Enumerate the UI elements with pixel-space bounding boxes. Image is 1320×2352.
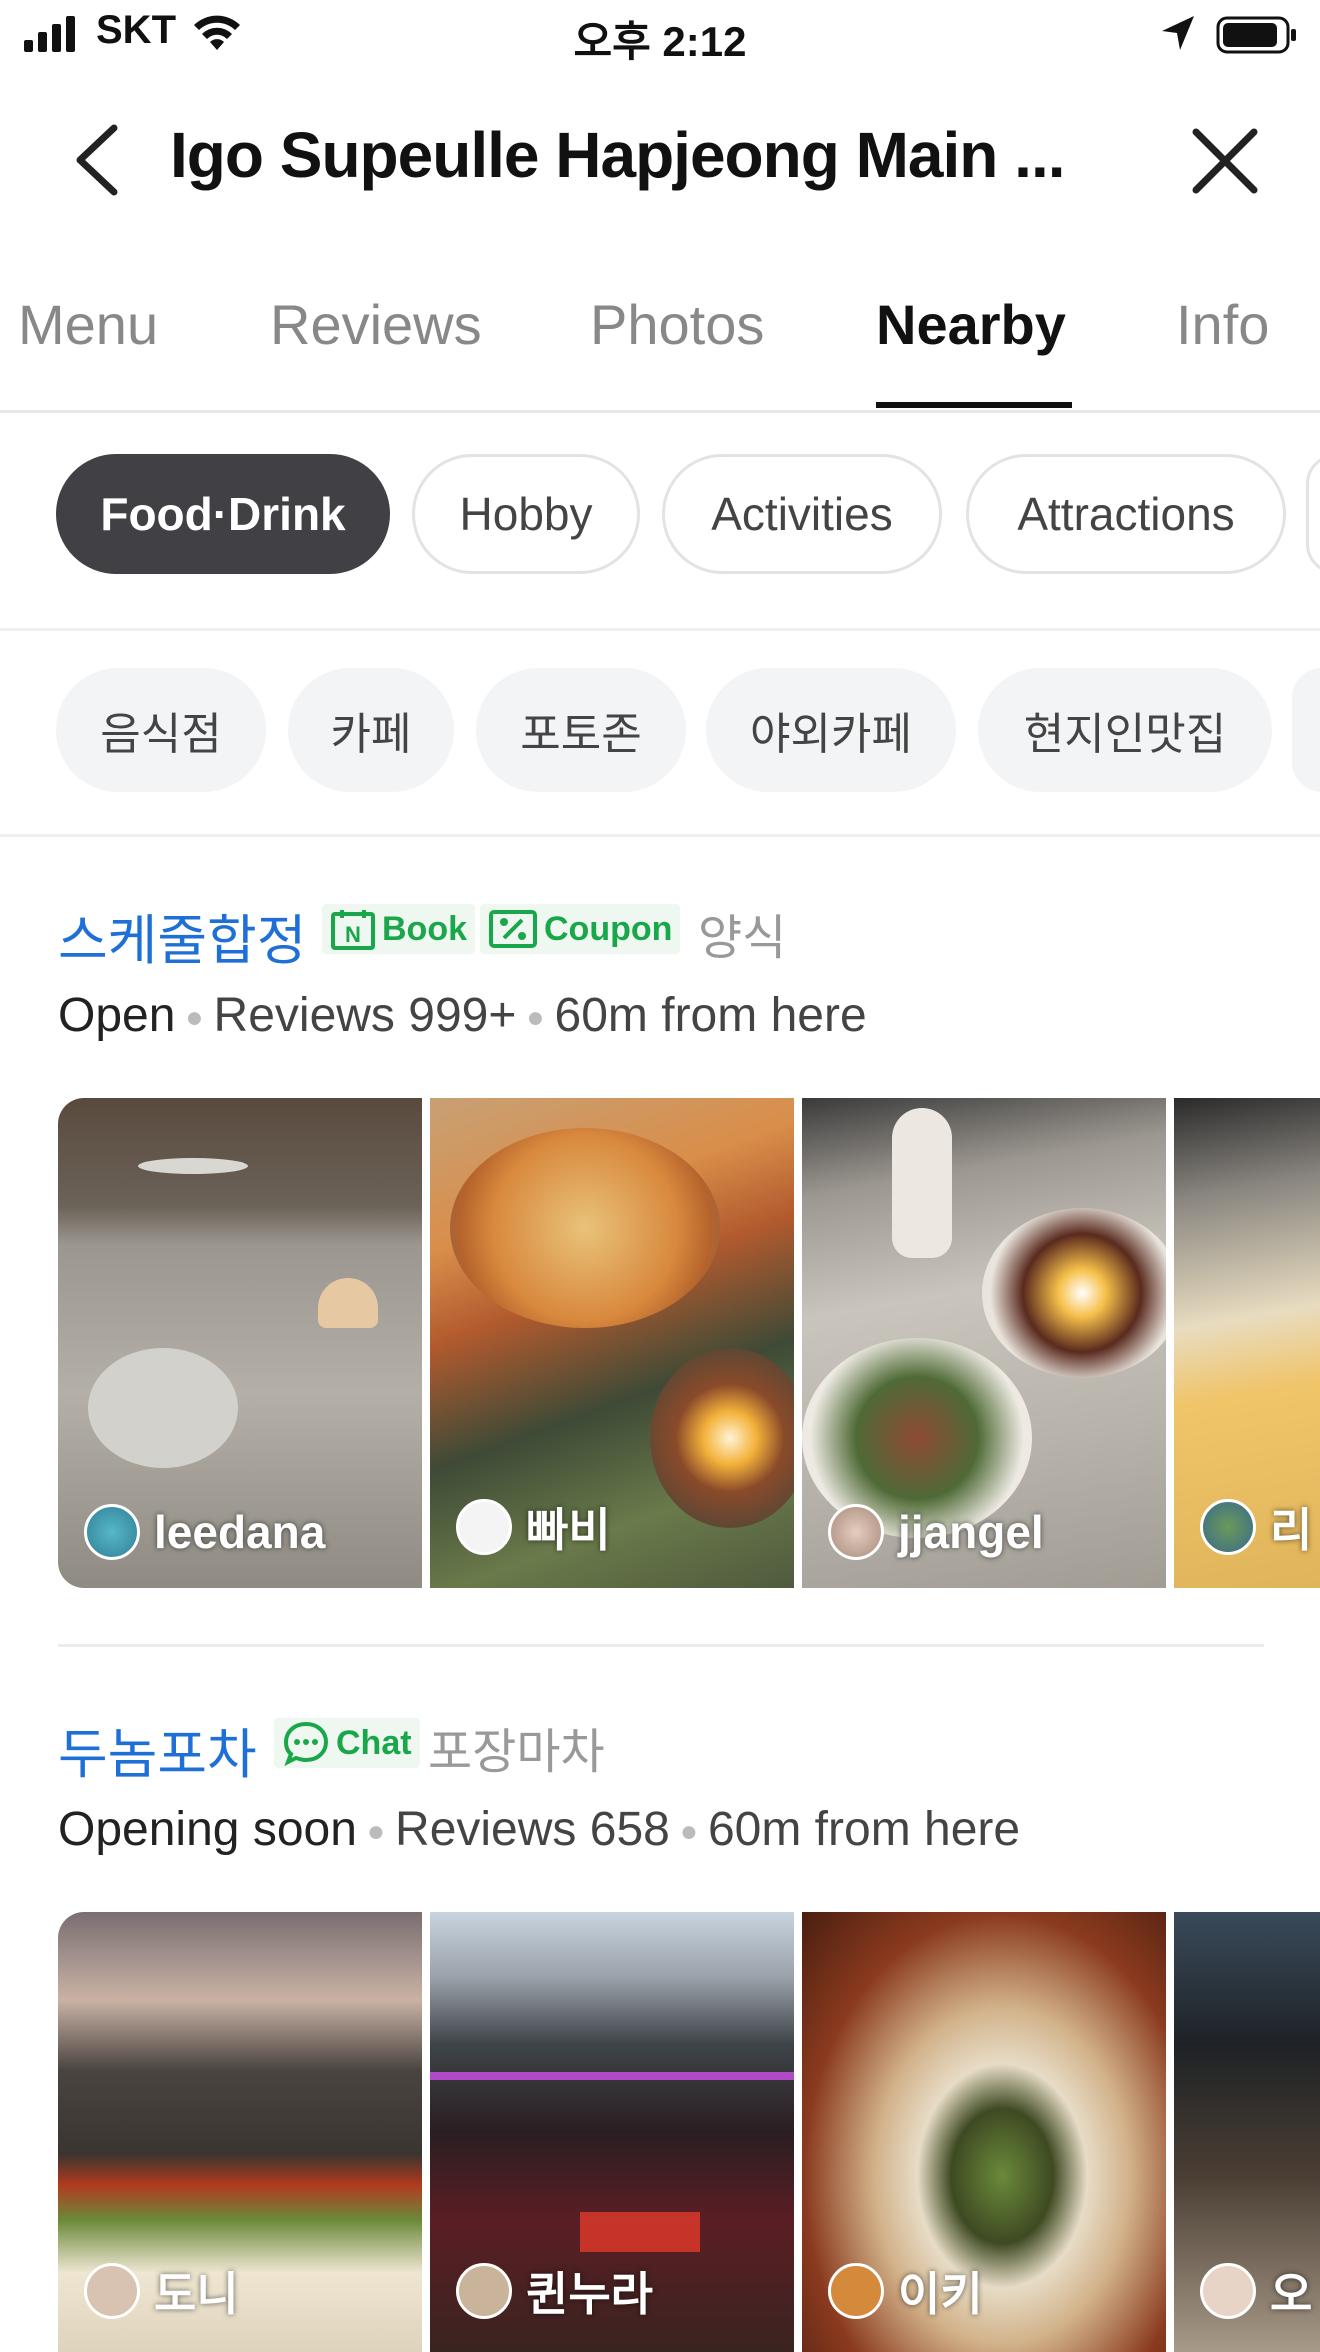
review-count[interactable]: Reviews 658 <box>395 1803 670 1856</box>
place-category: 양식 <box>698 912 787 965</box>
place-name[interactable]: 스케줄합정 <box>58 896 306 975</box>
review-count[interactable]: Reviews 999+ <box>214 989 517 1042</box>
category-chip-row: Food·Drink Hobby Activities Attractions <box>0 448 1320 631</box>
naver-n-icon: N <box>331 910 375 950</box>
photo-author: 리 <box>1200 1494 1312 1560</box>
avatar <box>1200 1499 1256 1555</box>
book-badge-label: Book <box>382 909 467 948</box>
place-meta: Open ● Reviews 999+ ● 60m from here <box>58 989 867 1042</box>
coupon-badge[interactable]: Coupon <box>480 904 681 954</box>
author-name: 도니 <box>154 2268 239 2320</box>
active-tab-indicator <box>876 402 1072 408</box>
top-nav-bar: Igo Supeulle Hapjeong Main ... <box>0 96 1320 224</box>
subcategory-chip-row: 음식점 카페 포토존 야외카페 현지인맛집 <box>0 664 1320 837</box>
open-status: Opening soon <box>58 1803 357 1856</box>
percent-coupon-icon <box>489 910 537 948</box>
open-status: Open <box>58 989 176 1042</box>
coupon-badge-label: Coupon <box>544 909 673 948</box>
distance: 60m from here <box>707 1803 1021 1856</box>
author-name: 빠비 <box>526 1504 611 1556</box>
author-name: 이키 <box>898 2268 983 2320</box>
back-arrow-icon[interactable] <box>60 110 136 210</box>
section-divider <box>58 1644 1264 1647</box>
photo-author: 이키 <box>828 2258 983 2324</box>
place-photo[interactable]: 오 <box>1174 1912 1320 2352</box>
distance: 60m from here <box>554 989 867 1042</box>
chip-attractions[interactable]: Attractions <box>966 454 1286 574</box>
svg-text:N: N <box>345 922 361 947</box>
subchip-next-partial[interactable] <box>1292 668 1320 792</box>
place-card: 스케줄합정 N Book Coupon 양식 Open ● Reviews 999+… <box>0 896 1320 1596</box>
tab-photos[interactable]: Photos <box>590 292 764 357</box>
chip-hobby[interactable]: Hobby <box>412 454 640 574</box>
chip-food-drink[interactable]: Food·Drink <box>56 454 390 574</box>
chip-activities[interactable]: Activities <box>662 454 942 574</box>
author-name: jjangel <box>898 1506 1044 1558</box>
tab-nearby[interactable]: Nearby <box>876 292 1066 357</box>
avatar <box>84 2263 140 2319</box>
place-category: 포장마차 <box>428 1726 605 1779</box>
book-badge[interactable]: N Book <box>322 904 475 954</box>
place-photo[interactable]: leedana <box>58 1098 422 1588</box>
photo-author: 빠비 <box>456 1494 611 1560</box>
subchip-cafe[interactable]: 카페 <box>288 668 454 792</box>
photo-author: 도니 <box>84 2258 239 2324</box>
subchip-photo-zone[interactable]: 포토존 <box>476 668 686 792</box>
place-photo[interactable]: 리 <box>1174 1098 1320 1588</box>
photo-author: 오 <box>1200 2258 1312 2324</box>
location-arrow-icon <box>1162 16 1194 50</box>
chat-badge-label: Chat <box>336 1723 412 1762</box>
chat-badge[interactable]: Chat <box>274 1718 420 1768</box>
author-name: 퀸누라 <box>526 2268 653 2320</box>
avatar <box>84 1504 140 1560</box>
author-name: leedana <box>154 1506 326 1558</box>
photo-author: leedana <box>84 1504 325 1560</box>
subchip-restaurant[interactable]: 음식점 <box>56 668 266 792</box>
subchip-outdoor-cafe[interactable]: 야외카페 <box>706 668 956 792</box>
tab-info[interactable]: Info <box>1176 292 1269 357</box>
place-name[interactable]: 두놈포차 <box>58 1710 257 1789</box>
chip-next-partial[interactable] <box>1306 454 1320 574</box>
section-tabs: Menu Reviews Photos Nearby Info <box>0 268 1320 413</box>
subchip-local-favorites[interactable]: 현지인맛집 <box>978 668 1272 792</box>
place-photo[interactable]: jjangel <box>802 1098 1166 1588</box>
avatar <box>1200 2263 1256 2319</box>
author-name: 리 <box>1270 1504 1313 1556</box>
clock: 오후 2:12 <box>573 18 747 65</box>
battery-icon <box>1216 16 1296 54</box>
tab-reviews[interactable]: Reviews <box>270 292 482 357</box>
author-name: 오 <box>1270 2268 1313 2320</box>
chat-bubble-icon <box>283 1721 329 1766</box>
status-bar: SKT 오후 2:12 <box>0 0 1320 72</box>
photo-author: jjangel <box>828 1504 1044 1560</box>
page-title: Igo Supeulle Hapjeong Main ... <box>170 119 1066 191</box>
photo-author: 퀸누라 <box>456 2258 653 2324</box>
tab-menu[interactable]: Menu <box>18 292 158 357</box>
avatar <box>456 2263 512 2319</box>
place-photo[interactable]: 이키 <box>802 1912 1166 2352</box>
avatar <box>828 2263 884 2319</box>
avatar <box>828 1504 884 1560</box>
place-photo[interactable]: 도니 <box>58 1912 422 2352</box>
place-photo[interactable]: 퀸누라 <box>430 1912 794 2352</box>
close-icon[interactable] <box>1180 116 1270 206</box>
avatar <box>456 1499 512 1555</box>
place-photo[interactable]: 빠비 <box>430 1098 794 1588</box>
place-meta: Opening soon ● Reviews 658 ● 60m from here <box>58 1803 1021 1856</box>
place-card: 두놈포차 Chat 포장마차 Opening soon ● Reviews 658 ●… <box>0 1710 1320 2352</box>
